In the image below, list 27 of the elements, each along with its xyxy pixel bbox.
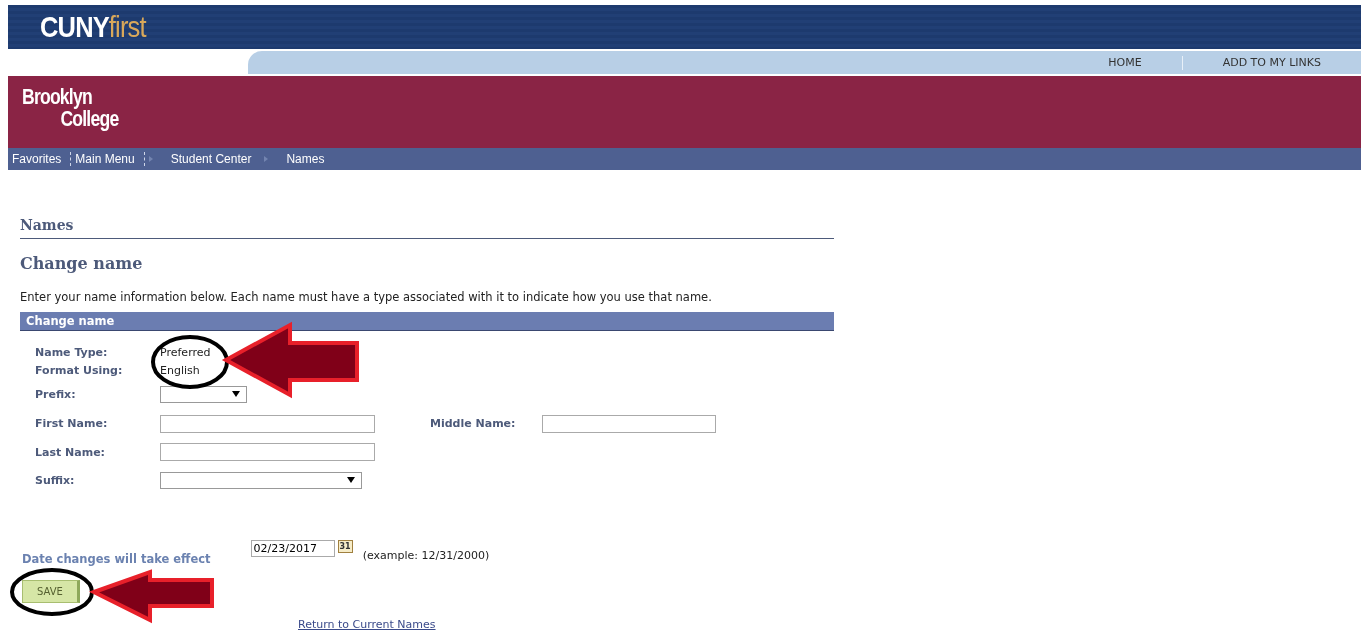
field-value: English: [160, 363, 200, 377]
calendar-button[interactable]: 31: [337, 540, 353, 553]
breadcrumb-link[interactable]: Names: [282, 152, 334, 166]
field-value: Preferred: [160, 345, 211, 359]
panel-header: Change name: [20, 312, 834, 331]
header-link[interactable]: ADD TO MY LINKS: [1182, 56, 1361, 69]
field-label: Format Using:: [35, 363, 124, 377]
header-link[interactable]: HOME: [1068, 56, 1182, 69]
breadcrumb-link[interactable]: Main Menu: [71, 152, 145, 166]
college-logo: Brooklyn College: [22, 86, 120, 130]
section-title: Change name: [20, 254, 144, 273]
page-title: Names: [20, 217, 834, 239]
instructions: Enter your name information below. Each name must have a type associated with it to indicate how you use that name.: [20, 290, 713, 304]
field-label: Prefix:: [35, 387, 77, 401]
field-label: Date changes will take effect: [22, 552, 211, 566]
return-link[interactable]: Return to Current Names: [298, 618, 436, 631]
logo: CUNYfirst: [40, 10, 146, 44]
save-button[interactable]: SAVE: [22, 580, 80, 603]
date-example: (example: 12/31/2000): [362, 549, 490, 562]
field-label: Suffix:: [35, 473, 76, 487]
field-label: Name Type:: [35, 345, 109, 359]
breadcrumb-link[interactable]: Favorites: [8, 152, 72, 166]
date-field[interactable]: 02/23/2017: [250, 540, 335, 557]
breadcrumb-link[interactable]: Student Center: [166, 152, 261, 166]
field-label: Middle Name:: [430, 417, 517, 430]
field-label: Last Name:: [35, 445, 107, 459]
field-label: First Name:: [35, 417, 109, 430]
